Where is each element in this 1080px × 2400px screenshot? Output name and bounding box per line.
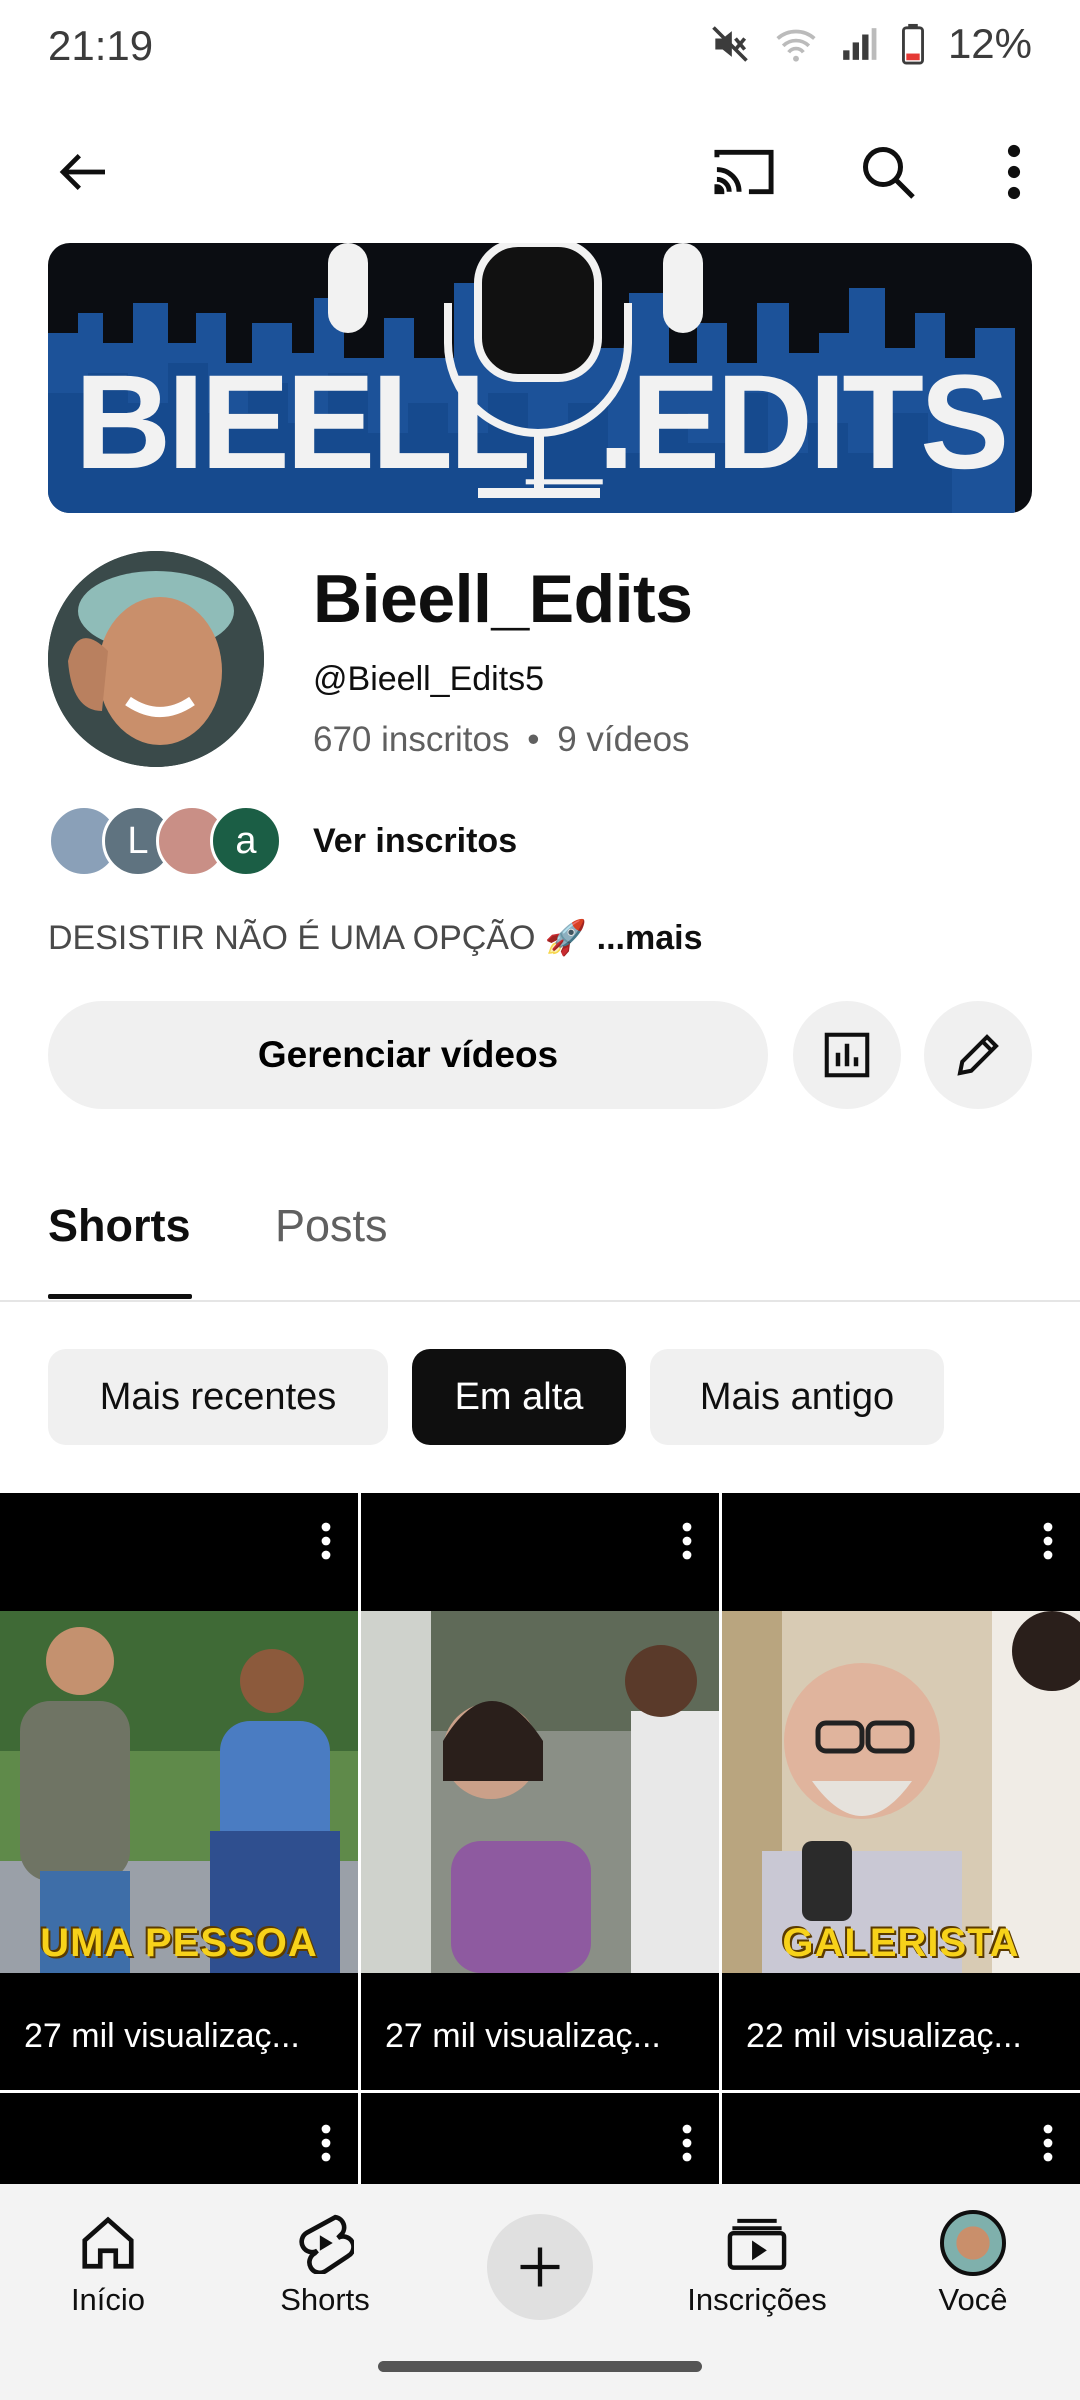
nav-home[interactable]: Início	[28, 2204, 188, 2318]
nav-shorts-label: Shorts	[280, 2282, 370, 2317]
short-overlay-text: UMA PESSOA	[40, 1921, 318, 1965]
avatar-photo	[48, 551, 264, 767]
analytics-icon	[824, 1032, 870, 1078]
search-icon	[863, 147, 915, 199]
description-text: DESISTIR NÃO É UMA OPÇÃO 🚀	[48, 919, 588, 957]
nav-subscriptions-label: Inscrições	[687, 2282, 827, 2317]
more-options-button[interactable]	[974, 132, 1054, 212]
kebab-menu-icon	[1007, 144, 1021, 200]
nav-subscriptions[interactable]: Inscrições	[677, 2204, 837, 2318]
chip-oldest[interactable]: Mais antigo	[650, 1349, 944, 1445]
shorts-icon	[245, 2204, 405, 2282]
more-link[interactable]: ...mais	[597, 919, 703, 957]
subscriber-count: 670 inscritos	[313, 720, 510, 759]
wifi-icon	[774, 22, 818, 66]
short-card[interactable]	[361, 2093, 719, 2193]
pencil-icon	[957, 1034, 999, 1076]
status-time: 21:19	[48, 22, 154, 69]
active-tab-indicator	[48, 1294, 192, 1299]
banner-title: BIEELL_.EDITS	[74, 348, 1010, 497]
short-overlay-text: GALERISTA	[782, 1921, 1020, 1965]
nav-shorts[interactable]: Shorts	[245, 2204, 405, 2318]
subscriber-avatars[interactable]: L a	[48, 803, 282, 879]
short-card[interactable]	[722, 2093, 1080, 2193]
short-menu-icon[interactable]	[681, 1521, 693, 1566]
short-card[interactable]: UMA PESSOA 27 mil visualizaç...	[0, 1493, 358, 2090]
tab-shorts[interactable]: Shorts	[48, 1200, 191, 1252]
short-menu-icon[interactable]	[320, 2123, 332, 2168]
short-card[interactable]: 27 mil visualizaç...	[361, 1493, 719, 2090]
mute-icon	[708, 22, 752, 66]
search-button[interactable]	[848, 132, 928, 212]
short-thumbnail	[0, 1611, 358, 1973]
stats-separator: •	[527, 720, 540, 759]
cast-button[interactable]	[704, 132, 784, 212]
video-count: 9 vídeos	[557, 720, 690, 759]
channel-handle: @Bieell_Edits5	[313, 660, 545, 698]
battery-percent: 12%	[947, 20, 1032, 67]
subscriber-avatar: a	[210, 805, 282, 877]
short-card[interactable]: GALERISTA 22 mil visualizaç...	[722, 1493, 1080, 2090]
short-views: 27 mil visualizaç...	[385, 2017, 661, 2055]
channel-banner[interactable]: BIEELL_.EDITS	[48, 243, 1032, 513]
short-thumbnail	[361, 1611, 719, 1973]
battery-icon	[900, 23, 926, 65]
signal-icon	[840, 25, 878, 63]
nav-you[interactable]: Você	[893, 2204, 1053, 2318]
nav-you-label: Você	[938, 2282, 1008, 2317]
back-button[interactable]	[44, 132, 124, 212]
nav-home-label: Início	[70, 2282, 146, 2317]
arrow-left-icon	[59, 154, 105, 190]
home-indicator[interactable]	[378, 2361, 702, 2372]
channel-name: Bieell_Edits	[313, 561, 693, 637]
short-views: 22 mil visualizaç...	[746, 2017, 1022, 2055]
tab-posts[interactable]: Posts	[275, 1200, 388, 1252]
home-icon	[28, 2204, 188, 2282]
edit-channel-button[interactable]	[924, 1001, 1032, 1109]
short-menu-icon[interactable]	[681, 2123, 693, 2168]
view-subscribers-link[interactable]: Ver inscritos	[313, 822, 517, 861]
short-menu-icon[interactable]	[1042, 1521, 1054, 1566]
analytics-button[interactable]	[793, 1001, 901, 1109]
channel-stats: 670 inscritos • 9 vídeos	[313, 720, 690, 760]
status-icons: 12%	[708, 20, 1032, 68]
short-card[interactable]	[0, 2093, 358, 2193]
channel-description[interactable]: DESISTIR NÃO É UMA OPÇÃO 🚀 ...mais	[48, 918, 703, 958]
manage-videos-button[interactable]: Gerenciar vídeos	[48, 1001, 768, 1109]
subscriptions-icon	[677, 2204, 837, 2282]
short-views: 27 mil visualizaç...	[24, 2017, 300, 2055]
cast-icon	[714, 149, 774, 195]
create-button[interactable]	[487, 2214, 593, 2320]
tab-divider	[0, 1300, 1080, 1302]
chip-trending[interactable]: Em alta	[412, 1349, 626, 1445]
plus-icon	[520, 2247, 560, 2287]
chip-most-recent[interactable]: Mais recentes	[48, 1349, 388, 1445]
short-menu-icon[interactable]	[320, 1521, 332, 1566]
short-thumbnail	[722, 1611, 1080, 1973]
channel-avatar[interactable]	[48, 551, 264, 767]
short-menu-icon[interactable]	[1042, 2123, 1054, 2168]
profile-avatar-icon	[893, 2204, 1053, 2282]
